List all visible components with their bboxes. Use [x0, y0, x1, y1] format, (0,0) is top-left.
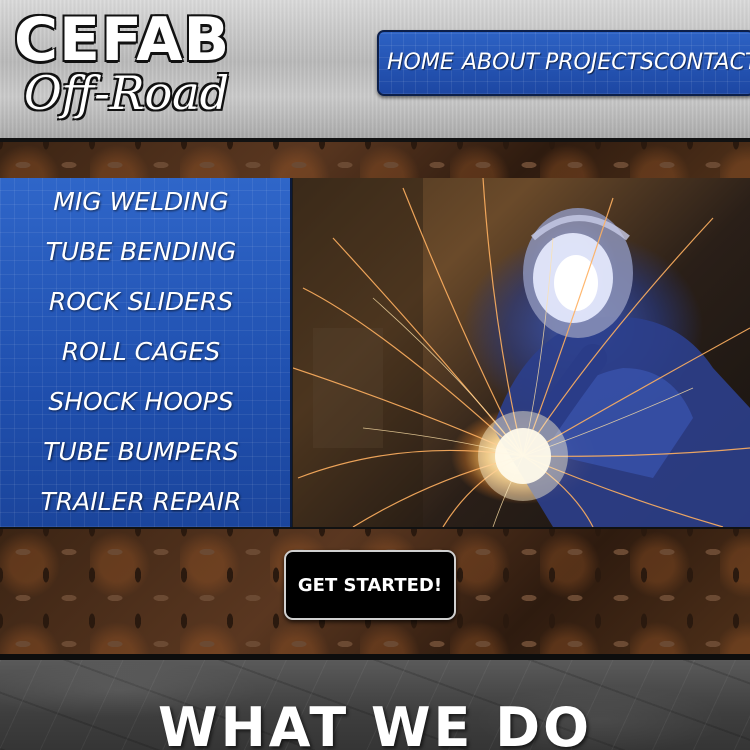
what-we-do-heading: WHAT WE DO [158, 696, 592, 750]
service-tube-bumpers[interactable]: TUBE BUMPERS [0, 437, 282, 467]
get-started-button[interactable]: GET STARTED! [284, 550, 456, 620]
diamond-plate-band [0, 142, 750, 178]
site-header: CEFAB Off-Road HOME ABOUT PROJECTS CONTA… [0, 0, 750, 142]
what-we-do-section: WHAT WE DO [0, 660, 750, 750]
main-nav: HOME ABOUT PROJECTS CONTACT [377, 30, 750, 96]
service-shock-hoops[interactable]: SHOCK HOOPS [0, 387, 282, 417]
logo-tagline[interactable]: Off-Road [24, 68, 229, 118]
welder-sparks-illustration [293, 178, 750, 527]
hero-welder-image [293, 178, 750, 527]
service-mig-welding[interactable]: MIG WELDING [0, 187, 282, 217]
nav-about[interactable]: ABOUT [462, 50, 539, 76]
service-rock-sliders[interactable]: ROCK SLIDERS [0, 287, 282, 317]
nav-projects[interactable]: PROJECTS [545, 50, 654, 76]
service-tube-bending[interactable]: TUBE BENDING [0, 237, 282, 267]
nav-home[interactable]: HOME [387, 50, 454, 76]
logo-wordmark[interactable]: CEFAB [14, 10, 230, 70]
service-roll-cages[interactable]: ROLL CAGES [0, 337, 282, 367]
services-menu: MIG WELDING TUBE BENDING ROCK SLIDERS RO… [0, 178, 292, 527]
nav-contact[interactable]: CONTACT [654, 50, 750, 76]
service-trailer-repair[interactable]: TRAILER REPAIR [0, 487, 282, 517]
